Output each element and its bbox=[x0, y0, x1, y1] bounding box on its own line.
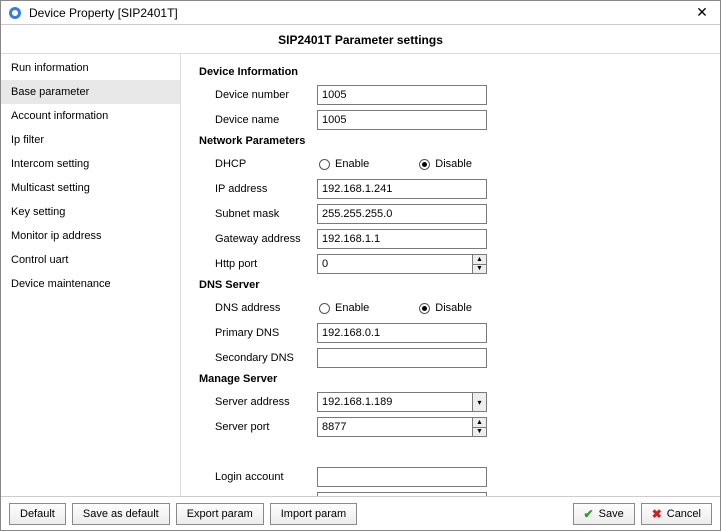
primary-dns-input[interactable] bbox=[317, 323, 487, 343]
primary-dns-label: Primary DNS bbox=[199, 327, 317, 339]
server-address-dropdown-button[interactable]: ▾ bbox=[472, 393, 486, 411]
dns-disable-radio[interactable]: Disable bbox=[419, 302, 472, 314]
login-account-input[interactable] bbox=[317, 467, 487, 487]
sidebar: Run information Base parameter Account i… bbox=[1, 54, 181, 496]
x-icon: ✖ bbox=[652, 507, 662, 521]
sidebar-item-control-uart[interactable]: Control uart bbox=[1, 248, 180, 272]
sidebar-item-account-information[interactable]: Account information bbox=[1, 104, 180, 128]
page-header: SIP2401T Parameter settings bbox=[1, 25, 720, 53]
server-port-label: Server port bbox=[199, 421, 317, 433]
dns-enable-label: Enable bbox=[335, 302, 369, 314]
dhcp-radio-group: Enable Disable bbox=[317, 158, 472, 170]
server-port-up-button[interactable]: ▲ bbox=[472, 418, 486, 428]
server-port-input[interactable] bbox=[317, 417, 487, 437]
device-name-label: Device name bbox=[199, 114, 317, 126]
window-title: Device Property [SIP2401T] bbox=[29, 6, 690, 20]
device-name-input[interactable] bbox=[317, 110, 487, 130]
sidebar-item-run-information[interactable]: Run information bbox=[1, 56, 180, 80]
save-button[interactable]: ✔ Save bbox=[573, 503, 635, 525]
http-port-input[interactable] bbox=[317, 254, 487, 274]
device-property-window: Device Property [SIP2401T] ✕ SIP2401T Pa… bbox=[0, 0, 721, 531]
section-device-information: Device Information bbox=[199, 66, 708, 78]
subnet-mask-label: Subnet mask bbox=[199, 208, 317, 220]
dns-disable-label: Disable bbox=[435, 302, 472, 314]
sidebar-item-monitor-ip-address[interactable]: Monitor ip address bbox=[1, 224, 180, 248]
export-param-button[interactable]: Export param bbox=[176, 503, 264, 525]
subnet-mask-input[interactable] bbox=[317, 204, 487, 224]
titlebar: Device Property [SIP2401T] ✕ bbox=[1, 1, 720, 25]
dns-enable-radio[interactable]: Enable bbox=[319, 302, 369, 314]
body: Run information Base parameter Account i… bbox=[1, 53, 720, 496]
sidebar-item-key-setting[interactable]: Key setting bbox=[1, 200, 180, 224]
server-address-label: Server address bbox=[199, 396, 317, 408]
ip-address-label: IP address bbox=[199, 183, 317, 195]
section-network-parameters: Network Parameters bbox=[199, 135, 708, 147]
http-port-down-button[interactable]: ▼ bbox=[472, 265, 486, 274]
sidebar-item-ip-filter[interactable]: Ip filter bbox=[1, 128, 180, 152]
gateway-address-label: Gateway address bbox=[199, 233, 317, 245]
check-icon: ✔ bbox=[584, 507, 594, 521]
sidebar-item-multicast-setting[interactable]: Multicast setting bbox=[1, 176, 180, 200]
dhcp-enable-label: Enable bbox=[335, 158, 369, 170]
footer: Default Save as default Export param Imp… bbox=[1, 496, 720, 530]
dhcp-disable-label: Disable bbox=[435, 158, 472, 170]
dns-radio-group: Enable Disable bbox=[317, 302, 472, 314]
http-port-up-button[interactable]: ▲ bbox=[472, 255, 486, 265]
ip-address-input[interactable] bbox=[317, 179, 487, 199]
import-param-button[interactable]: Import param bbox=[270, 503, 357, 525]
secondary-dns-input[interactable] bbox=[317, 348, 487, 368]
save-as-default-button[interactable]: Save as default bbox=[72, 503, 170, 525]
section-manage-server: Manage Server bbox=[199, 373, 708, 385]
dhcp-label: DHCP bbox=[199, 158, 317, 170]
server-port-down-button[interactable]: ▼ bbox=[472, 428, 486, 437]
main-panel: Device Information Device number Device … bbox=[181, 54, 720, 496]
dhcp-disable-radio[interactable]: Disable bbox=[419, 158, 472, 170]
http-port-label: Http port bbox=[199, 258, 317, 270]
close-icon[interactable]: ✕ bbox=[690, 4, 714, 21]
device-number-input[interactable] bbox=[317, 85, 487, 105]
default-button[interactable]: Default bbox=[9, 503, 66, 525]
login-account-label: Login account bbox=[199, 471, 317, 483]
cancel-button-label: Cancel bbox=[667, 508, 701, 520]
sidebar-item-device-maintenance[interactable]: Device maintenance bbox=[1, 272, 180, 296]
cancel-button[interactable]: ✖ Cancel bbox=[641, 503, 712, 525]
sidebar-item-intercom-setting[interactable]: Intercom setting bbox=[1, 152, 180, 176]
app-icon bbox=[7, 5, 23, 21]
gateway-address-input[interactable] bbox=[317, 229, 487, 249]
sidebar-item-base-parameter[interactable]: Base parameter bbox=[1, 80, 180, 104]
dhcp-enable-radio[interactable]: Enable bbox=[319, 158, 369, 170]
server-address-input[interactable] bbox=[317, 392, 487, 412]
device-number-label: Device number bbox=[199, 89, 317, 101]
dns-address-label: DNS address bbox=[199, 302, 317, 314]
section-dns-server: DNS Server bbox=[199, 279, 708, 291]
save-button-label: Save bbox=[599, 508, 624, 520]
secondary-dns-label: Secondary DNS bbox=[199, 352, 317, 364]
